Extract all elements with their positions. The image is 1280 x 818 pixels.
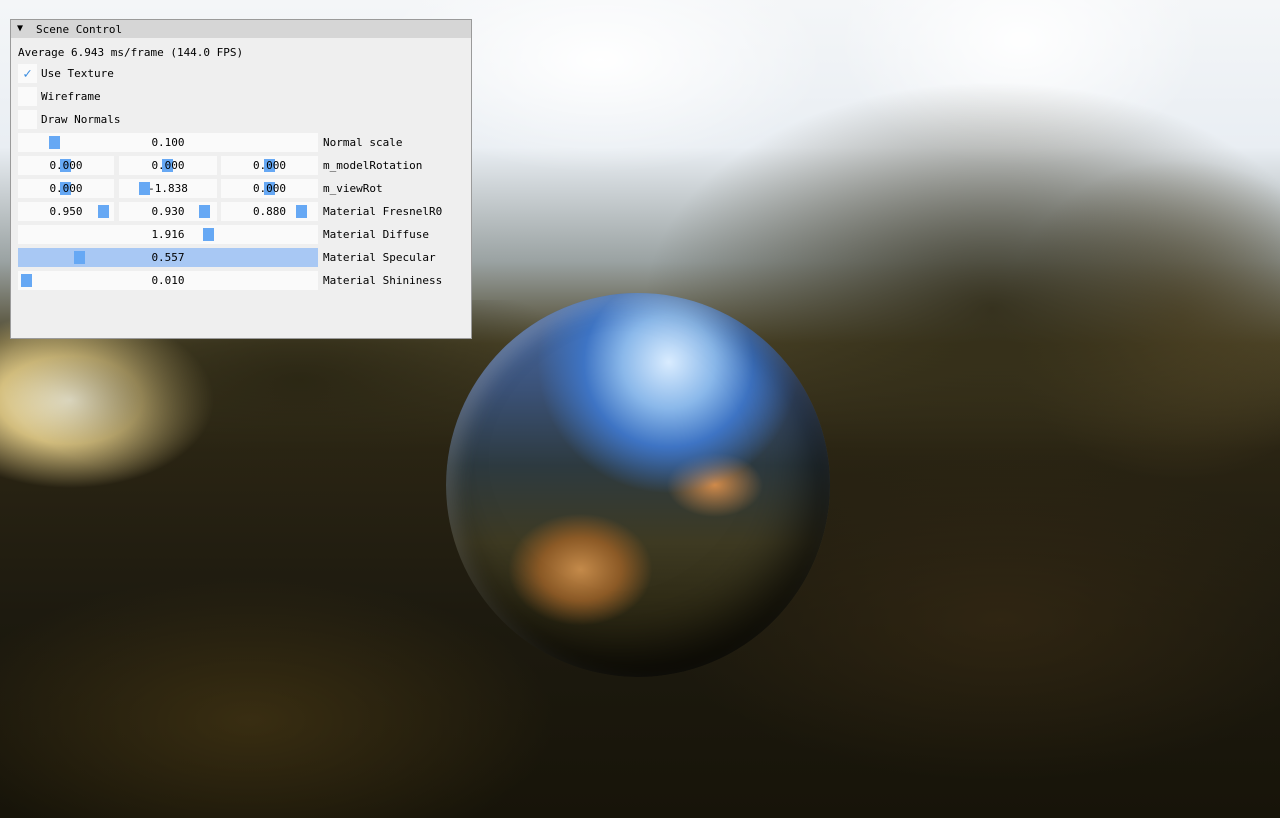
model-rotation-y-value: 0.000 <box>151 159 185 172</box>
model-rotation-z-slider[interactable]: 0.000 <box>221 156 318 175</box>
fresnel-g-value: 0.930 <box>151 205 185 218</box>
model-rotation-x-value: 0.000 <box>49 159 83 172</box>
fresnel-r-value: 0.950 <box>49 205 83 218</box>
specular-slider[interactable]: 0.557 <box>18 248 318 267</box>
specular-label: Material Specular <box>323 251 436 264</box>
use-texture-label: Use Texture <box>41 67 114 80</box>
wireframe-checkbox[interactable] <box>18 87 37 106</box>
view-rot-y-value: -1.838 <box>148 182 188 195</box>
diffuse-label: Material Diffuse <box>323 228 429 241</box>
normal-scale-label: Normal scale <box>323 136 403 149</box>
model-rotation-y-slider[interactable]: 0.000 <box>119 156 217 175</box>
fresnel-label: Material FresnelR0 <box>323 205 443 218</box>
model-rotation-x-slider[interactable]: 0.000 <box>18 156 114 175</box>
view-rot-x-slider[interactable]: 0.000 <box>18 179 114 198</box>
draw-normals-checkbox[interactable] <box>18 110 37 129</box>
view-rot-x-value: 0.000 <box>49 182 83 195</box>
wireframe-label: Wireframe <box>41 90 101 103</box>
checkbox-row-use-texture[interactable]: ✓ Use Texture <box>18 64 114 83</box>
checkmark-icon: ✓ <box>23 65 32 82</box>
shininess-label: Material Shininess <box>323 274 443 287</box>
fresnel-r-slider[interactable]: 0.950 <box>18 202 114 221</box>
model-rotation-z-value: 0.000 <box>252 159 287 172</box>
diffuse-value: 1.916 <box>151 228 185 241</box>
reflective-sphere <box>446 293 830 677</box>
view-rot-y-slider[interactable]: -1.838 <box>119 179 217 198</box>
fresnel-g-slider[interactable]: 0.930 <box>119 202 217 221</box>
normal-scale-value: 0.100 <box>151 136 185 149</box>
fps-stats-text: Average 6.943 ms/frame (144.0 FPS) <box>18 46 244 59</box>
view-rot-z-value: 0.000 <box>252 182 287 195</box>
window-title: Scene Control <box>36 22 123 36</box>
scene-control-window[interactable]: ▼ Scene Control Average 6.943 ms/frame (… <box>10 19 472 339</box>
use-texture-checkbox[interactable]: ✓ <box>18 64 37 83</box>
model-rotation-label: m_modelRotation <box>323 159 423 172</box>
fps-stats: Average 6.943 ms/frame (144.0 FPS) <box>18 44 243 61</box>
fresnel-b-value: 0.880 <box>252 205 287 218</box>
normal-scale-slider[interactable]: 0.100 <box>18 133 318 152</box>
specular-value: 0.557 <box>151 251 185 264</box>
shininess-value: 0.010 <box>151 274 185 287</box>
view-rot-label: m_viewRot <box>323 182 383 195</box>
shininess-slider[interactable]: 0.010 <box>18 271 318 290</box>
view-rot-z-slider[interactable]: 0.000 <box>221 179 318 198</box>
diffuse-slider[interactable]: 1.916 <box>18 225 318 244</box>
draw-normals-label: Draw Normals <box>41 113 121 126</box>
fresnel-b-slider[interactable]: 0.880 <box>221 202 318 221</box>
checkbox-row-wireframe[interactable]: Wireframe <box>18 87 101 106</box>
collapse-triangle-icon[interactable]: ▼ <box>17 20 27 38</box>
checkbox-row-draw-normals[interactable]: Draw Normals <box>18 110 120 129</box>
window-title-bar[interactable]: ▼ Scene Control <box>11 20 471 38</box>
